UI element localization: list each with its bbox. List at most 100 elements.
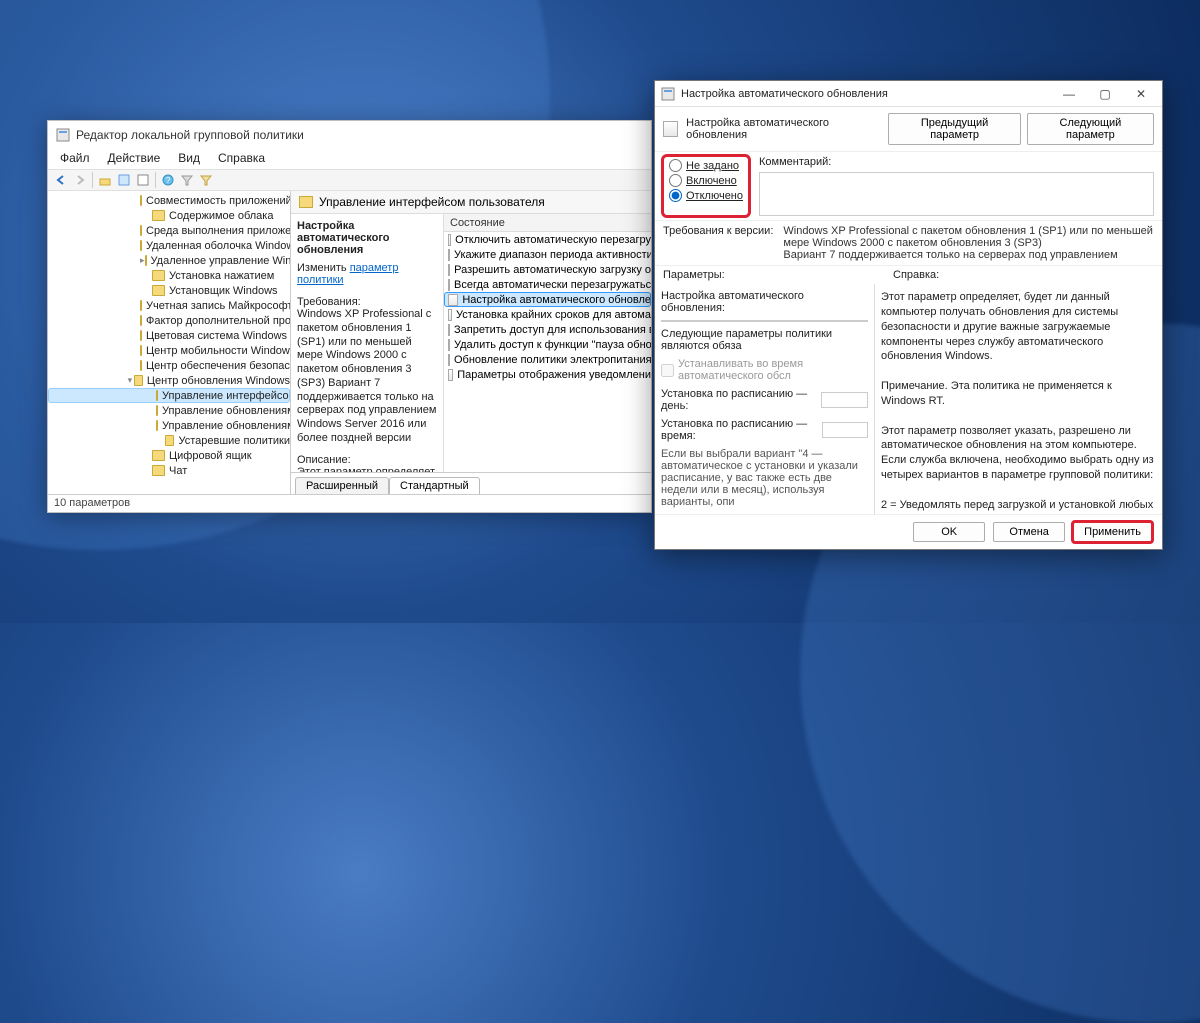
tree-twisty-icon[interactable]: ▸: [140, 255, 145, 266]
setting-label: Параметры отображения уведомлени: [457, 369, 651, 381]
tree-item-label: Фактор дополнительной проверки п: [146, 315, 291, 327]
tree-item[interactable]: Управление обновлениями, пре: [48, 403, 290, 418]
tree-item[interactable]: Среда выполнения приложения: [48, 223, 290, 238]
update-config-select[interactable]: [661, 320, 868, 322]
parameters-label: Параметры:: [663, 269, 883, 281]
setting-icon: [448, 309, 452, 321]
folder-icon: [140, 225, 142, 236]
setting-label: Всегда автоматически перезагружатьс: [454, 279, 651, 291]
folder-icon: [140, 345, 142, 356]
tree-item[interactable]: Удаленная оболочка Windows: [48, 238, 290, 253]
setting-row[interactable]: Отключить автоматическую перезагру: [444, 232, 651, 247]
filter-icon[interactable]: [178, 171, 196, 189]
gpedit-titlebar[interactable]: Редактор локальной групповой политики: [48, 121, 651, 149]
tab-standard[interactable]: Стандартный: [389, 477, 480, 494]
tree-item[interactable]: Фактор дополнительной проверки п: [48, 313, 290, 328]
tree-item[interactable]: Установщик Windows: [48, 283, 290, 298]
menu-action[interactable]: Действие: [100, 149, 169, 169]
tree-twisty-icon[interactable]: ▾: [126, 375, 134, 386]
tree-item[interactable]: Управление обновлениями, пре: [48, 418, 290, 433]
tree-item[interactable]: Установка нажатием: [48, 268, 290, 283]
tree-item[interactable]: Центр мобильности Windows: [48, 343, 290, 358]
help-icon[interactable]: ?: [159, 171, 177, 189]
right-pane-header: Управление интерфейсом пользователя: [291, 191, 651, 214]
ok-button[interactable]: OK: [913, 522, 985, 542]
setting-row[interactable]: Настройка автоматического обновле: [444, 292, 651, 307]
menu-help[interactable]: Справка: [210, 149, 273, 169]
radio-enabled[interactable]: Включено: [669, 174, 743, 187]
folder-icon: [134, 375, 143, 386]
setting-label: Настройка автоматического обновле: [462, 294, 651, 306]
schedule-day-select[interactable]: [821, 392, 868, 408]
setting-icon: [448, 369, 453, 381]
setting-row[interactable]: Укажите диапазон периода активности: [444, 247, 651, 262]
tree-item[interactable]: Управление интерфейсом польз: [48, 388, 290, 403]
gpedit-statusbar: 10 параметров: [48, 494, 651, 512]
gpedit-tree[interactable]: Совместимость приложений Содержимое облак…: [48, 191, 291, 494]
tree-item[interactable]: Цветовая система Windows Color Sy: [48, 328, 290, 343]
cancel-button[interactable]: Отмена: [993, 522, 1065, 542]
schedule-time-select[interactable]: [822, 422, 868, 438]
setting-row[interactable]: Установка крайних сроков для автома: [444, 307, 651, 322]
settings-list-pane: Состояние Отключить автоматическую перез…: [443, 214, 651, 472]
folder-icon: [156, 420, 158, 431]
next-setting-button[interactable]: Следующий параметр: [1027, 113, 1154, 145]
tree-item-label: Установка нажатием: [169, 270, 274, 282]
dialog-title: Настройка автоматического обновления: [681, 88, 888, 100]
chk-auto-maintenance[interactable]: Устанавливать во время автоматического о…: [661, 358, 868, 382]
folder-icon: [140, 315, 142, 326]
tree-item[interactable]: Устаревшие политики: [48, 433, 290, 448]
folder-icon: [165, 435, 175, 446]
comment-textarea[interactable]: [759, 172, 1154, 216]
setting-row[interactable]: Запретить доступ для использования в: [444, 322, 651, 337]
forward-icon[interactable]: [71, 171, 89, 189]
folder-icon: [140, 300, 142, 311]
setting-row[interactable]: Параметры отображения уведомлени: [444, 367, 651, 382]
tree-item-label: Установщик Windows: [169, 285, 278, 297]
tree-item-label: Удаленная оболочка Windows: [146, 240, 291, 252]
apply-button[interactable]: Применить: [1073, 522, 1152, 542]
setting-icon: [448, 294, 458, 306]
tree-item[interactable]: ▸Удаленное управление Windows: [48, 253, 290, 268]
radio-disabled[interactable]: Отключено: [669, 189, 743, 202]
maximize-icon[interactable]: ▢: [1090, 83, 1120, 105]
setting-row[interactable]: Удалить доступ к функции "пауза обно: [444, 337, 651, 352]
selected-setting-name: Настройка автоматического обновления: [297, 220, 390, 256]
menu-file[interactable]: Файл: [52, 149, 98, 169]
requirements-text: Windows XP Professional с пакетом обновл…: [297, 308, 437, 446]
tree-item[interactable]: Чат: [48, 463, 290, 478]
tree-item[interactable]: Совместимость приложений: [48, 193, 290, 208]
help-label: Справка:: [893, 269, 939, 281]
tree-item[interactable]: Цифровой ящик: [48, 448, 290, 463]
folder-icon: [140, 195, 142, 206]
radio-not-configured[interactable]: Не задано: [669, 159, 743, 172]
show-hide-icon[interactable]: [115, 171, 133, 189]
setting-row[interactable]: Разрешить автоматическую загрузку о: [444, 262, 651, 277]
tree-item-label: Содержимое облака: [169, 210, 273, 222]
tree-item[interactable]: Содержимое облака: [48, 208, 290, 223]
setting-label: Обновление политики электропитания: [454, 354, 651, 366]
prev-setting-button[interactable]: Предыдущий параметр: [888, 113, 1020, 145]
close-icon[interactable]: ✕: [1126, 83, 1156, 105]
folder-icon: [156, 405, 158, 416]
parameters-pane: Настройка автоматического обновления: Сл…: [655, 284, 875, 514]
dialog-titlebar[interactable]: Настройка автоматического обновления — ▢…: [655, 81, 1162, 107]
help-pane[interactable]: Этот параметр определяет, будет ли данны…: [875, 284, 1162, 514]
back-icon[interactable]: [52, 171, 70, 189]
tree-item-label: Управление обновлениями, пре: [162, 405, 291, 417]
dialog-subtitle: Настройка автоматического обновления: [686, 117, 880, 141]
folder-icon: [140, 360, 142, 371]
tree-item[interactable]: Центр обеспечения безопасности: [48, 358, 290, 373]
export-icon[interactable]: [134, 171, 152, 189]
filter-options-icon[interactable]: [197, 171, 215, 189]
up-icon[interactable]: [96, 171, 114, 189]
folder-icon: [152, 465, 165, 476]
setting-row[interactable]: Обновление политики электропитания: [444, 352, 651, 367]
column-header-state[interactable]: Состояние: [444, 214, 651, 232]
tree-item[interactable]: ▾Центр обновления Windows: [48, 373, 290, 388]
minimize-icon[interactable]: —: [1054, 83, 1084, 105]
tab-extended[interactable]: Расширенный: [295, 477, 389, 494]
tree-item[interactable]: Учетная запись Майкрософт: [48, 298, 290, 313]
setting-row[interactable]: Всегда автоматически перезагружатьс: [444, 277, 651, 292]
menu-view[interactable]: Вид: [170, 149, 208, 169]
